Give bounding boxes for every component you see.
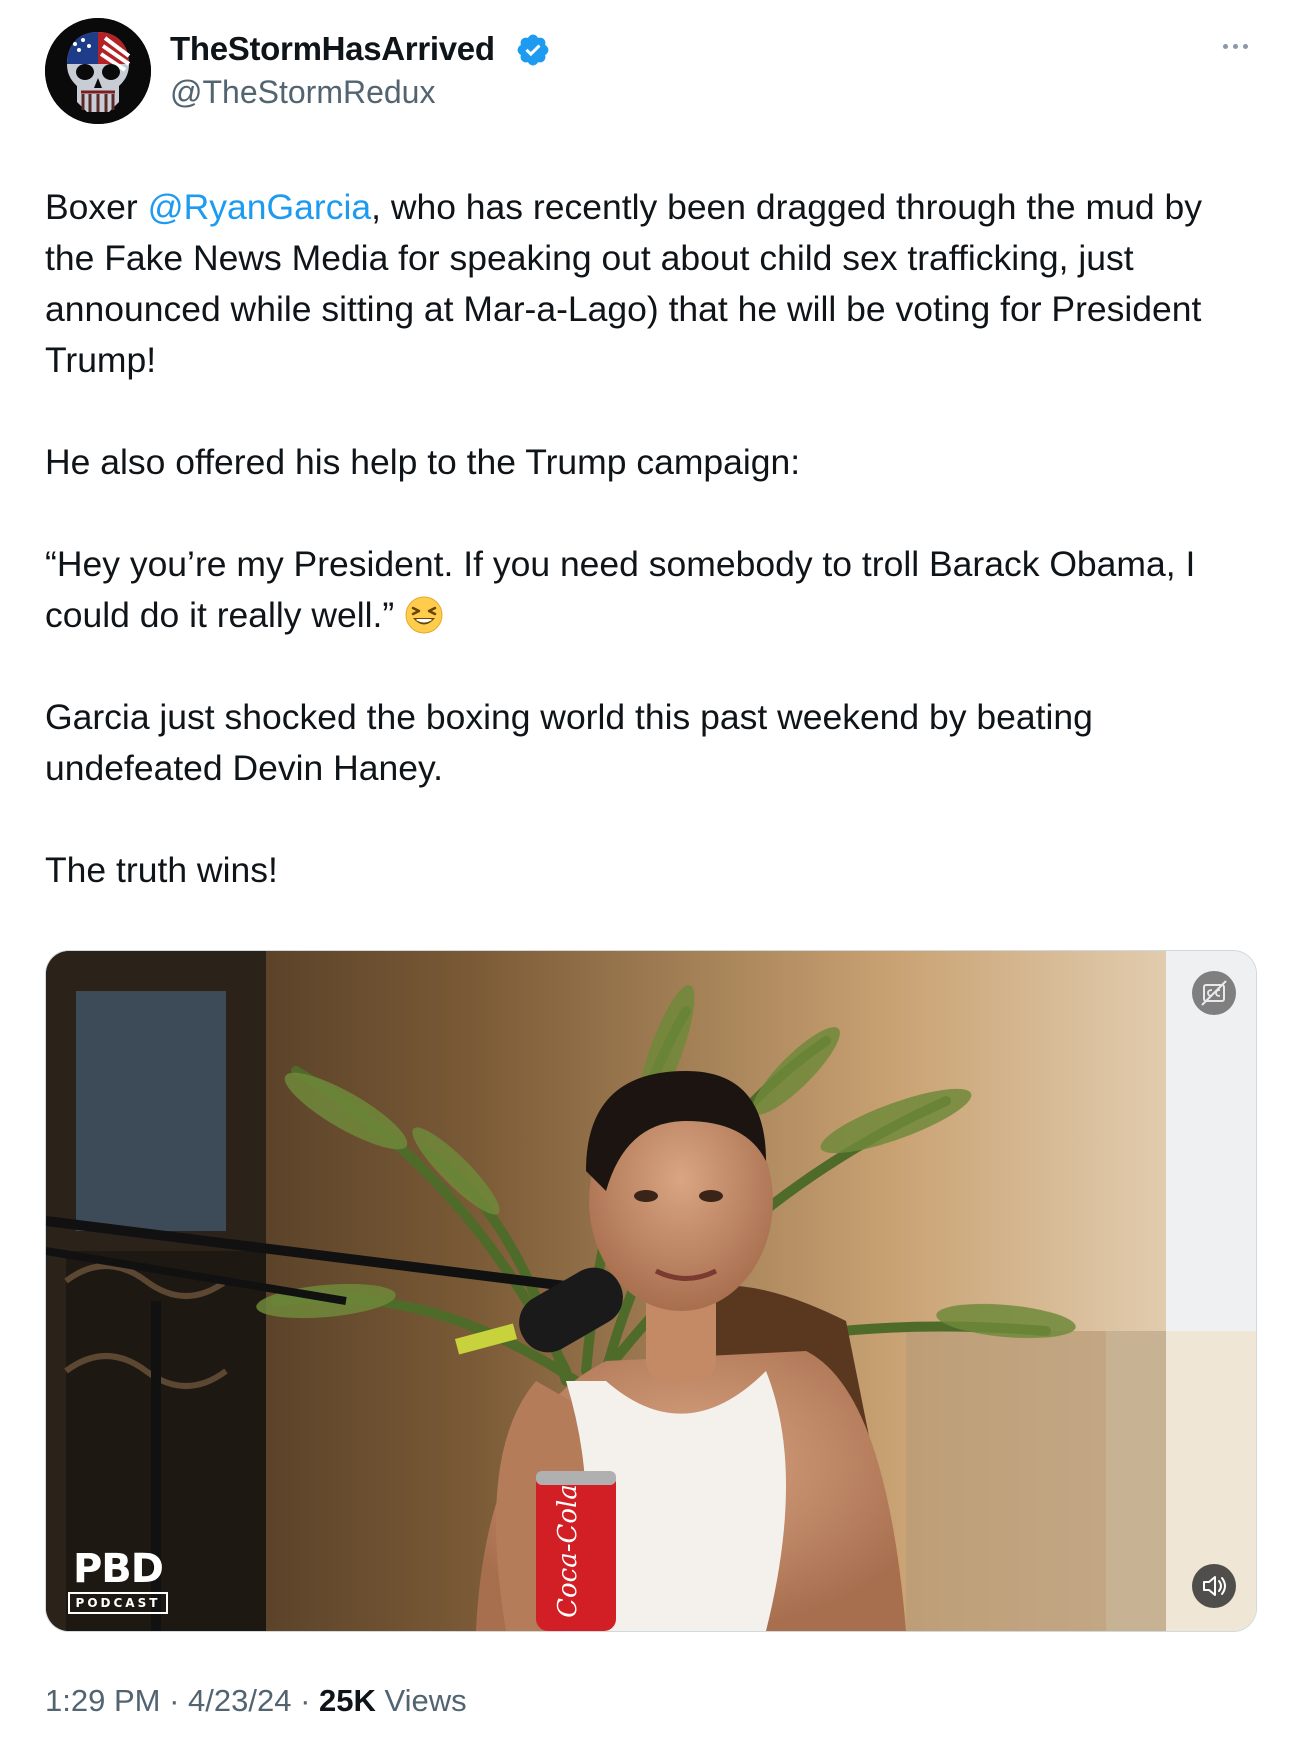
- tweet-time[interactable]: 1:29 PM: [45, 1683, 160, 1718]
- tweet-paragraph-1: Boxer @RyanGarcia, who has recently been…: [45, 182, 1260, 386]
- views-count: 25K: [319, 1683, 376, 1718]
- logo-main-text: PBD: [72, 1546, 164, 1592]
- tweet-text-segment: Boxer: [45, 187, 148, 227]
- verified-badge-icon[interactable]: [515, 32, 551, 68]
- meta-separator: ·: [169, 1683, 180, 1718]
- author-display-name[interactable]: TheStormHasArrived: [170, 30, 495, 68]
- meta-separator: ·: [300, 1683, 311, 1718]
- laughing-squinting-face-emoji-icon: [405, 596, 443, 634]
- tweet-paragraph-4: Garcia just shocked the boxing world thi…: [45, 697, 1093, 788]
- mention-link[interactable]: @RyanGarcia: [148, 187, 371, 227]
- video-frame-image: Coca-Cola: [46, 951, 1256, 1631]
- author-avatar[interactable]: [45, 18, 151, 124]
- views-label: Views: [384, 1683, 467, 1718]
- quote-text: “Hey you’re my President. If you need so…: [45, 544, 1196, 635]
- tweet-paragraph-5: The truth wins!: [45, 850, 278, 890]
- captions-icon: [1201, 980, 1227, 1006]
- mute-toggle-button[interactable]: [1192, 1564, 1236, 1608]
- tweet-date[interactable]: 4/23/24: [188, 1683, 291, 1718]
- more-options-button[interactable]: [1215, 36, 1255, 56]
- speaker-icon: [1203, 1576, 1226, 1596]
- logo-sub-text: PODCAST: [68, 1592, 168, 1614]
- captions-button[interactable]: [1192, 971, 1236, 1015]
- tweet-paragraph-3: “Hey you’re my President. If you need so…: [45, 539, 1260, 641]
- more-dot-icon: [1222, 43, 1228, 49]
- tweet-paragraph-2: He also offered his help to the Trump ca…: [45, 442, 801, 482]
- pbd-podcast-logo: PBD PODCAST: [68, 1549, 168, 1614]
- author-handle[interactable]: @TheStormRedux: [170, 74, 435, 111]
- can-label: Coca-Cola: [553, 1484, 583, 1618]
- tweet-body: Boxer @RyanGarcia, who has recently been…: [45, 182, 1260, 947]
- punisher-skull-flag-avatar-icon: [45, 18, 151, 124]
- tweet-header: TheStormHasArrived @TheStormRedux: [45, 18, 1255, 128]
- more-dot-icon: [1242, 43, 1248, 49]
- tweet-video[interactable]: Coca-Cola PBD PODCAST: [45, 950, 1257, 1632]
- tweet-meta: 1:29 PM · 4/23/24 · 25K Views: [45, 1683, 467, 1719]
- more-dot-icon: [1232, 43, 1238, 49]
